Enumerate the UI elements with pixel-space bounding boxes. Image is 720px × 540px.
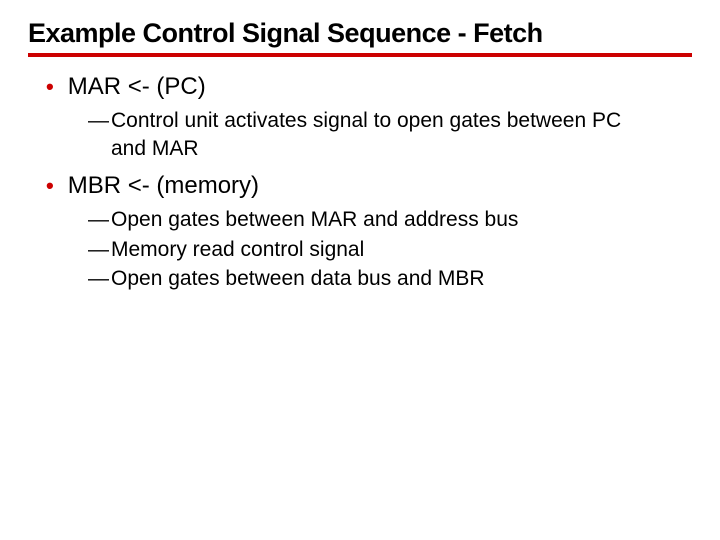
list-subitem: — Control unit activates signal to open … <box>88 107 648 162</box>
list-subitem: — Memory read control signal <box>88 236 648 263</box>
dash-icon: — <box>88 107 109 162</box>
list-item: • MAR <- (PC) <box>46 71 692 103</box>
list-item: • MBR <- (memory) <box>46 170 692 202</box>
dash-icon: — <box>88 236 109 263</box>
list-item-text: MBR <- (memory) <box>68 170 259 202</box>
list-subitem-text: Open gates between data bus and MBR <box>111 265 485 292</box>
bullet-icon: • <box>46 170 54 202</box>
dash-icon: — <box>88 206 109 233</box>
list-subitem-text: Memory read control signal <box>111 236 364 263</box>
list-item-text: MAR <- (PC) <box>68 71 206 103</box>
slide-title: Example Control Signal Sequence - Fetch <box>28 18 692 53</box>
dash-icon: — <box>88 265 109 292</box>
list-subitem: — Open gates between data bus and MBR <box>88 265 648 292</box>
bullet-icon: • <box>46 71 54 103</box>
list-subitem-text: Control unit activates signal to open ga… <box>111 107 648 162</box>
title-underline <box>28 53 692 57</box>
list-subitem: — Open gates between MAR and address bus <box>88 206 648 233</box>
list-subitem-text: Open gates between MAR and address bus <box>111 206 518 233</box>
